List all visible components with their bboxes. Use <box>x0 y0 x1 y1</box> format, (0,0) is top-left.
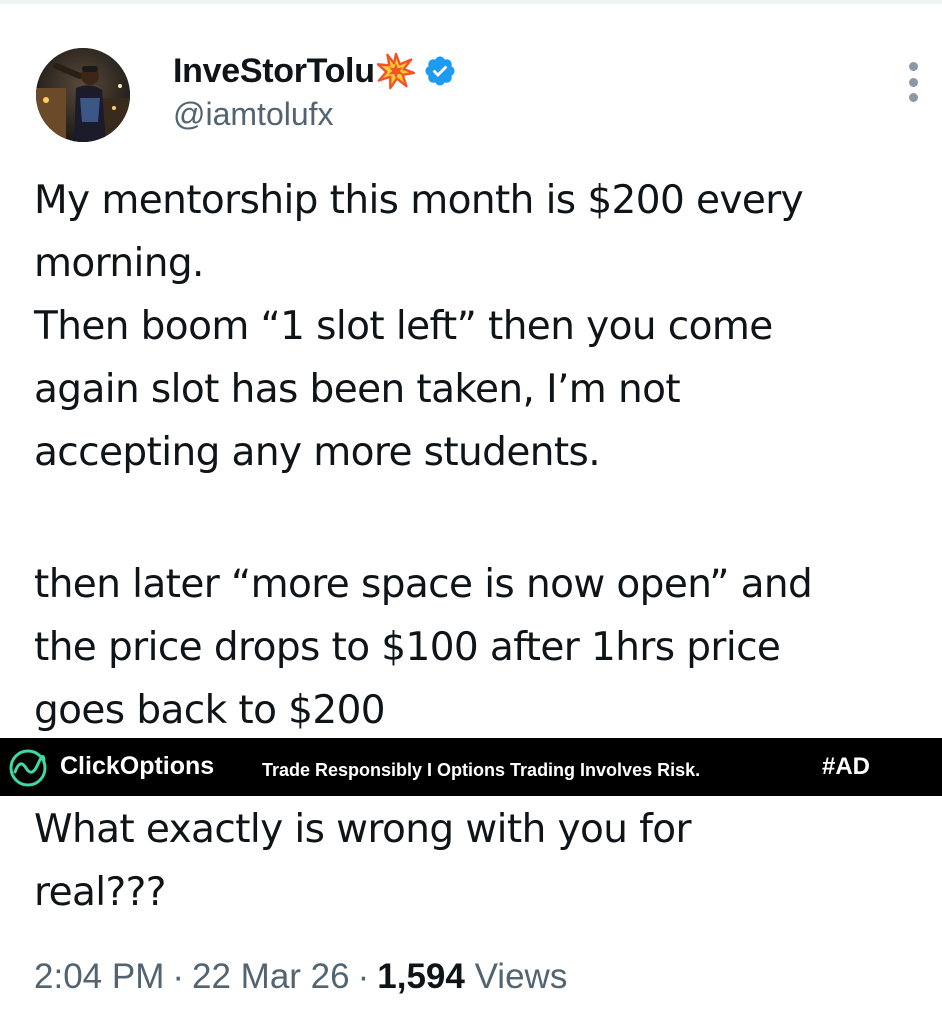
display-name[interactable]: InveStorTolu <box>173 52 375 91</box>
ad-banner[interactable]: ClickOptions Trade Responsibly I Options… <box>0 738 942 796</box>
author-handle[interactable]: @iamtolufx <box>173 96 334 133</box>
verified-badge-icon[interactable] <box>423 54 457 88</box>
more-options-icon[interactable] <box>903 62 923 102</box>
ad-brand-name[interactable]: ClickOptions <box>60 752 214 781</box>
tweet-date[interactable]: 22 Mar 26 <box>192 957 350 996</box>
ad-tag: #AD <box>822 753 871 780</box>
views-count[interactable]: 1,594 <box>377 957 465 996</box>
tweet-text-paragraph-2: then later “more space is now open” and … <box>34 562 813 733</box>
tweet-card: InveStorTolu @iamtolufx My mentorship th… <box>0 0 942 1024</box>
clickoptions-logo-icon <box>9 749 47 787</box>
top-divider <box>0 0 942 4</box>
meta-separator: · <box>357 957 370 996</box>
tweet-time[interactable]: 2:04 PM <box>34 957 164 996</box>
author-name-row[interactable]: InveStorTolu <box>173 50 457 92</box>
ad-disclaimer: Trade Responsibly I Options Trading Invo… <box>262 760 701 780</box>
tweet-meta: 2:04 PM · 22 Mar 26 · 1,594 Views <box>34 957 567 997</box>
profile-photo <box>36 48 130 142</box>
tweet-text-paragraph-1: My mentorship this month is $200 every m… <box>34 178 804 475</box>
tweet-text-paragraph-3: What exactly is wrong with you for real?… <box>34 807 692 915</box>
avatar[interactable] <box>36 48 130 142</box>
views-label: Views <box>474 957 568 996</box>
collision-emoji-icon <box>376 52 415 90</box>
meta-separator: · <box>172 957 185 996</box>
